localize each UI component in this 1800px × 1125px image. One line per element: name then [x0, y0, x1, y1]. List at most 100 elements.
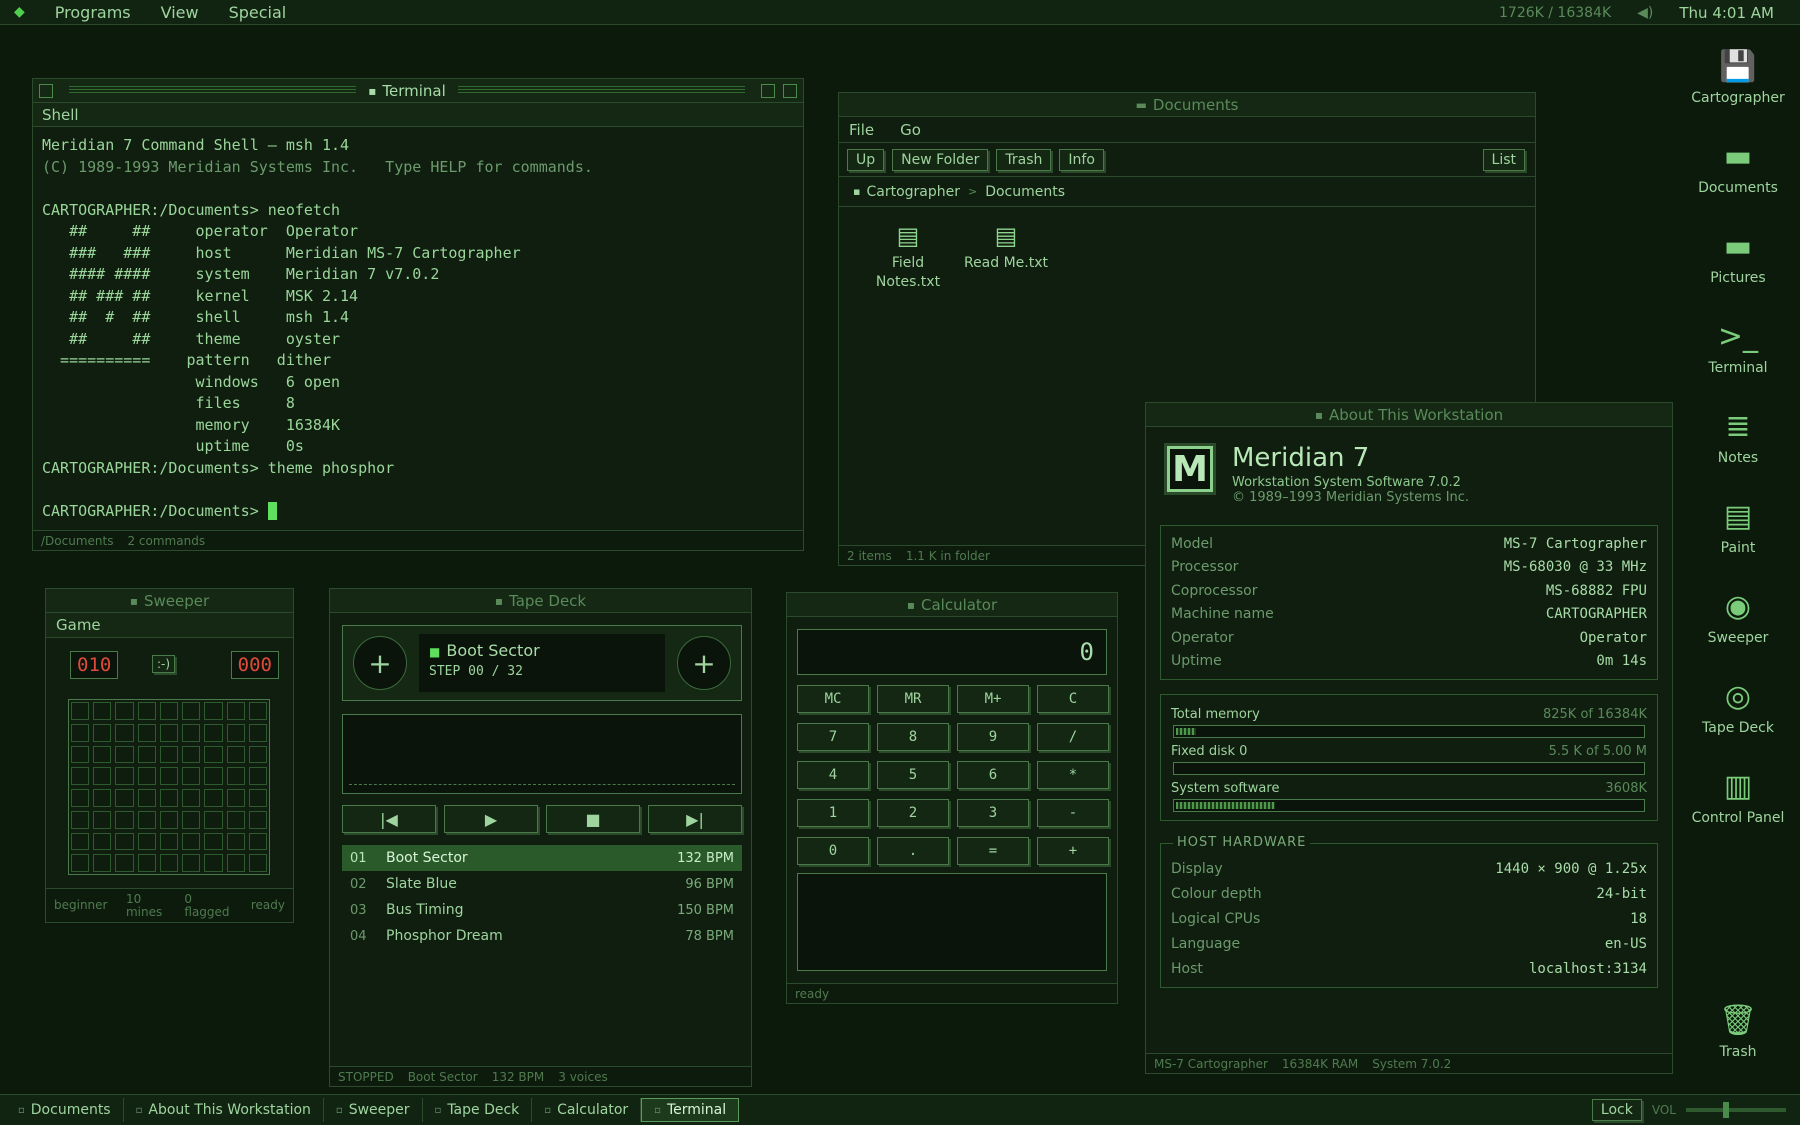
mine-cell[interactable]: [182, 854, 201, 872]
memory-clear-key[interactable]: MC: [797, 685, 869, 713]
play-button[interactable]: ▶: [444, 805, 538, 833]
track-row[interactable]: 03 Bus Timing 150 BPM: [342, 897, 742, 923]
track-row[interactable]: 04 Phosphor Dream 78 BPM: [342, 923, 742, 949]
mine-cell[interactable]: [159, 767, 179, 785]
mine-cell[interactable]: [137, 854, 156, 872]
equals-key[interactable]: =: [957, 837, 1029, 865]
mine-cell[interactable]: [71, 832, 90, 851]
digit-4-key[interactable]: 4: [797, 761, 869, 789]
mine-cell[interactable]: [204, 723, 223, 742]
decimal-key[interactable]: .: [877, 837, 949, 865]
mine-cell[interactable]: [204, 767, 223, 785]
mine-cell[interactable]: [248, 832, 267, 851]
mine-cell[interactable]: [71, 767, 90, 785]
mine-cell[interactable]: [71, 854, 90, 872]
mine-cell[interactable]: [115, 702, 134, 720]
digit-7-key[interactable]: 7: [797, 723, 869, 751]
mine-cell[interactable]: [248, 854, 267, 872]
mine-cell[interactable]: [159, 854, 179, 872]
list-view-button[interactable]: List: [1482, 148, 1525, 171]
digit-3-key[interactable]: 3: [957, 799, 1029, 827]
mine-cell[interactable]: [226, 810, 245, 829]
documents-titlebar[interactable]: ▬ Documents: [839, 93, 1535, 117]
mine-cell[interactable]: [248, 810, 267, 829]
mine-cell[interactable]: [182, 723, 201, 742]
digit-6-key[interactable]: 6: [957, 761, 1029, 789]
mine-cell[interactable]: [137, 789, 156, 807]
mine-cell[interactable]: [182, 789, 201, 807]
mine-cell[interactable]: [182, 832, 201, 851]
mine-cell[interactable]: [226, 767, 245, 785]
mine-cell[interactable]: [115, 854, 134, 872]
desktop-icon-notes[interactable]: ≣ Notes: [1690, 404, 1786, 466]
close-box[interactable]: [39, 83, 53, 98]
mine-cell[interactable]: [182, 745, 201, 764]
taskbar-item-calculator[interactable]: ▫ Calculator: [532, 1098, 642, 1122]
mine-cell[interactable]: [115, 745, 134, 764]
taskbar-item-sweeper[interactable]: ▫ Sweeper: [324, 1098, 423, 1122]
tape-deck-titlebar[interactable]: ▪ Tape Deck: [330, 589, 751, 613]
mine-cell[interactable]: [71, 810, 90, 829]
mine-cell[interactable]: [159, 832, 179, 851]
mine-cell[interactable]: [248, 767, 267, 785]
speaker-icon[interactable]: ◀): [1637, 5, 1653, 21]
mine-field[interactable]: [68, 699, 270, 875]
taskbar-item-tape-deck[interactable]: ▫ Tape Deck: [423, 1098, 533, 1122]
desktop-icon-pictures[interactable]: ▬ Pictures: [1690, 224, 1786, 286]
desktop-icon-cartographer[interactable]: 💾 Cartographer: [1690, 44, 1786, 106]
breadcrumb-documents[interactable]: Documents: [985, 184, 1065, 200]
face-button[interactable]: :-): [152, 655, 176, 673]
mine-cell[interactable]: [159, 745, 179, 764]
mine-cell[interactable]: [93, 767, 112, 785]
sweeper-titlebar[interactable]: ▪ Sweeper: [46, 589, 293, 613]
menu-programs[interactable]: Programs: [55, 3, 131, 22]
mine-cell[interactable]: [93, 810, 112, 829]
minimize-box[interactable]: [761, 83, 776, 98]
menu-game[interactable]: Game: [56, 616, 101, 634]
lock-button[interactable]: Lock: [1591, 1099, 1642, 1121]
desktop-icon-control-panel[interactable]: ▥ Control Panel: [1690, 764, 1786, 826]
digit-8-key[interactable]: 8: [877, 723, 949, 751]
mine-cell[interactable]: [71, 723, 90, 742]
desktop-icon-sweeper[interactable]: ◉ Sweeper: [1690, 584, 1786, 646]
digit-9-key[interactable]: 9: [957, 723, 1029, 751]
mine-cell[interactable]: [137, 745, 156, 764]
file-read-me[interactable]: ▤ Read Me.txt: [961, 224, 1051, 273]
breadcrumb-cartographer[interactable]: Cartographer: [866, 184, 960, 200]
mine-cell[interactable]: [204, 810, 223, 829]
mine-cell[interactable]: [226, 745, 245, 764]
digit-1-key[interactable]: 1: [797, 799, 869, 827]
terminal-prompt-line[interactable]: CARTOGRAPHER:/Documents>: [42, 501, 794, 523]
mine-cell[interactable]: [137, 767, 156, 785]
mine-cell[interactable]: [182, 702, 201, 720]
mine-cell[interactable]: [93, 832, 112, 851]
volume-slider[interactable]: [1686, 1102, 1786, 1118]
mine-cell[interactable]: [204, 789, 223, 807]
previous-track-button[interactable]: |◀: [342, 805, 436, 833]
stop-button[interactable]: ■: [546, 805, 640, 833]
mine-cell[interactable]: [93, 745, 112, 764]
desktop-icon-tape-deck[interactable]: ◎ Tape Deck: [1690, 674, 1786, 736]
multiply-key[interactable]: *: [1037, 761, 1109, 789]
divide-key[interactable]: /: [1037, 723, 1109, 751]
mine-cell[interactable]: [137, 702, 156, 720]
digit-2-key[interactable]: 2: [877, 799, 949, 827]
memory-add-key[interactable]: M+: [957, 685, 1029, 713]
terminal-output[interactable]: Meridian 7 Command Shell — msh 1.4 (C) 19…: [33, 127, 803, 530]
mine-cell[interactable]: [204, 702, 223, 720]
mine-cell[interactable]: [226, 723, 245, 742]
memory-recall-key[interactable]: MR: [877, 685, 949, 713]
mine-cell[interactable]: [204, 854, 223, 872]
up-button[interactable]: Up: [847, 148, 885, 171]
mine-cell[interactable]: [71, 745, 90, 764]
calculator-titlebar[interactable]: ▪ Calculator: [787, 593, 1117, 617]
mine-cell[interactable]: [93, 789, 112, 807]
menu-shell[interactable]: Shell: [42, 106, 79, 124]
info-button[interactable]: Info: [1059, 148, 1104, 171]
mine-cell[interactable]: [182, 767, 201, 785]
mine-cell[interactable]: [248, 702, 267, 720]
menu-go[interactable]: Go: [900, 121, 921, 139]
taskbar-item-documents[interactable]: ▫ Documents: [6, 1098, 124, 1122]
mine-cell[interactable]: [137, 723, 156, 742]
mine-cell[interactable]: [204, 832, 223, 851]
